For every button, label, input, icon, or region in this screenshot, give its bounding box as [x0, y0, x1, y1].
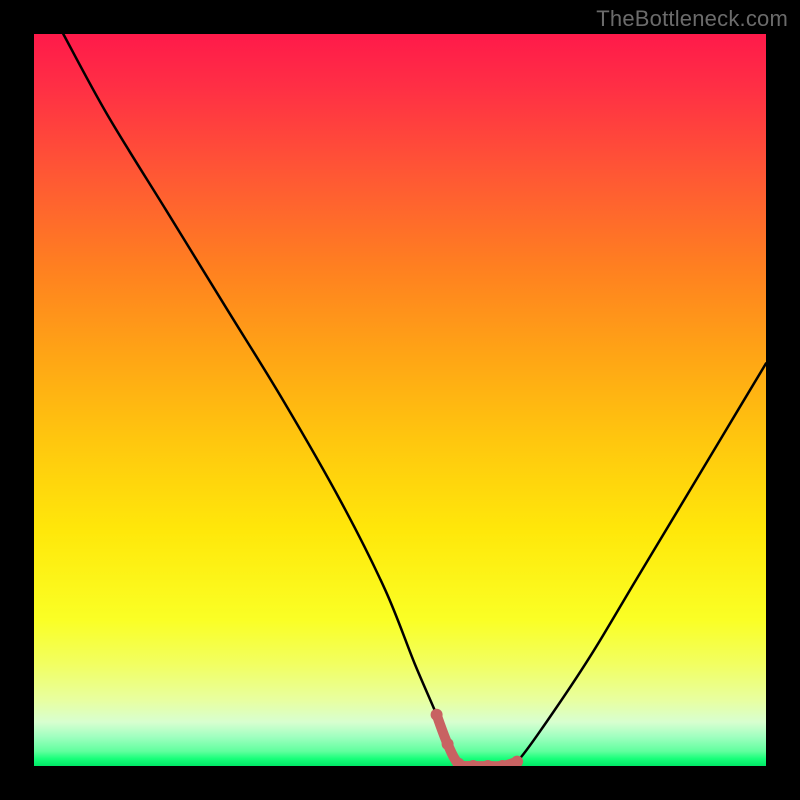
lowlight-dot [442, 738, 454, 750]
curve-svg [34, 34, 766, 766]
lowlight-dot [431, 709, 443, 721]
lowlight-dot [467, 760, 479, 766]
watermark-text: TheBottleneck.com [596, 6, 788, 32]
bottleneck-curve [63, 34, 766, 766]
lowlight-dot [482, 760, 494, 766]
plot-area [34, 34, 766, 766]
chart-frame: TheBottleneck.com [0, 0, 800, 800]
